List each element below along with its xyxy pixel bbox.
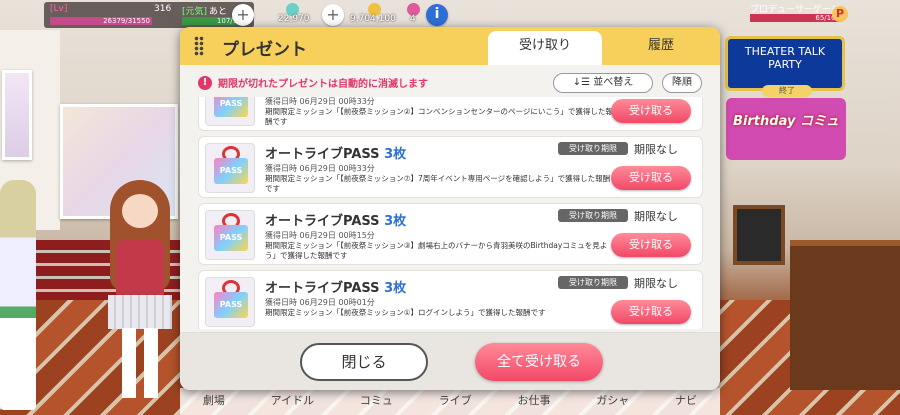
poster — [2, 70, 32, 160]
nav-commu[interactable]: コミュ — [360, 392, 393, 415]
banner-end-label: 終了 — [762, 85, 812, 97]
shop-shelf — [790, 240, 900, 390]
producer-gauge-bar: 65/100 — [750, 14, 842, 22]
close-button[interactable]: 閉じる — [300, 343, 428, 381]
add-stamina-button[interactable]: + — [232, 4, 254, 26]
dialog-footer: 閉じる 全て受け取る — [180, 332, 720, 390]
auto-live-pass-icon: PASS — [205, 143, 255, 193]
add-money-button[interactable]: + — [322, 4, 344, 26]
nav-navi[interactable]: ナビ — [675, 392, 697, 415]
idol-character-left — [0, 180, 36, 410]
item-name: オートライブPASS 3枚 — [265, 147, 407, 162]
top-status-bar: [Lv] 316 [元気] あと 03:20 26379/31550 107/1… — [0, 0, 900, 30]
receive-button[interactable]: 受け取る — [611, 233, 691, 257]
item-date: 獲得日時 06月29日 00時33分 — [265, 97, 375, 106]
auto-live-pass-icon: PASS — [205, 97, 255, 126]
nav-live[interactable]: ライブ — [439, 392, 472, 415]
dialog-header: プレゼント 受け取り 履歴 — [180, 27, 720, 65]
receive-all-button[interactable]: 全て受け取る — [475, 343, 603, 381]
deadline-value: 期限なし — [634, 143, 678, 156]
level-stamina-panel: [Lv] 316 [元気] あと 03:20 26379/31550 107/1… — [44, 2, 254, 28]
deadline-badge: 受け取り期限 — [558, 209, 628, 222]
dialog-title: プレゼント — [222, 40, 307, 60]
stamina-label: [元気] — [182, 7, 208, 17]
item-name: オートライブPASS 3枚 — [265, 214, 407, 229]
deadline-badge: 受け取り期限 — [558, 142, 628, 155]
order-button[interactable]: 降順 — [662, 73, 702, 93]
item-date: 獲得日時 06月29日 00時33分 — [265, 164, 375, 173]
warning-icon: ! — [198, 75, 212, 90]
theater-talk-party-banner[interactable]: THEATER TALK PARTY 終了 — [725, 36, 845, 97]
birthday-commu-banner[interactable]: Birthday コミュ — [726, 98, 846, 160]
item-date: 獲得日時 06月29日 00時01分 — [265, 298, 375, 307]
exp-bar: 26379/31550 — [50, 17, 152, 25]
grip-icon — [194, 36, 204, 56]
producer-p-icon[interactable]: P — [832, 6, 848, 22]
list-item: PASS オートライブPASS 3枚 受け取り期限 期限なし 獲得日時 06月2… — [198, 203, 703, 265]
present-dialog: プレゼント 受け取り 履歴 ! 期限が切れたプレゼントは自動的に消滅します ↓☰… — [180, 27, 720, 390]
money-value: 22,970 — [278, 14, 310, 24]
sort-icon: ↓☰ — [572, 77, 594, 88]
bottom-navigation: 劇場 アイドル コミュ ライブ お仕事 ガシャ ナビ — [180, 388, 720, 415]
item-description: 期間限定ミッション「【前夜祭ミッション②】コンベンションセンターのページにいこう… — [265, 107, 613, 126]
level-label: [Lv] — [50, 4, 68, 14]
present-list[interactable]: PASS 獲得日時 06月29日 00時33分 期間限定ミッション「【前夜祭ミッ… — [198, 97, 703, 329]
level-value: 316 — [154, 4, 172, 14]
tab-history[interactable]: 履歴 — [604, 31, 718, 65]
item-description: 期間限定ミッション「【前夜祭ミッション⑦】7周年イベント専用ページを確認しよう」… — [265, 174, 611, 193]
info-icon[interactable]: i — [426, 4, 448, 26]
deadline-value: 期限なし — [634, 210, 678, 223]
sort-button[interactable]: ↓☰ 並べ替え — [553, 73, 653, 93]
sort-label: 並べ替え — [593, 77, 634, 88]
receive-button[interactable]: 受け取る — [611, 99, 691, 123]
item-description: 期間限定ミッション「【前夜祭ミッション③】劇場右上のバナーから青羽美咲のBirt… — [265, 241, 608, 260]
list-item: PASS オートライブPASS 3枚 受け取り期限 期限なし 獲得日時 06月2… — [198, 136, 703, 198]
notice-text: 期限が切れたプレゼントは自動的に消滅します — [218, 79, 428, 90]
idol-character — [100, 180, 180, 410]
chalkboard — [733, 205, 785, 265]
coin-value: 9,704,100 — [350, 14, 396, 24]
list-item: PASS 獲得日時 06月29日 00時33分 期間限定ミッション「【前夜祭ミッ… — [198, 97, 703, 131]
nav-idol[interactable]: アイドル — [271, 392, 314, 415]
auto-live-pass-icon: PASS — [205, 277, 255, 327]
list-item: PASS オートライブPASS 3枚 受け取り期限 期限なし 獲得日時 06月2… — [198, 270, 703, 329]
expiry-notice: ! 期限が切れたプレゼントは自動的に消滅します — [198, 75, 428, 90]
deadline-badge: 受け取り期限 — [558, 276, 628, 289]
nav-theater[interactable]: 劇場 — [203, 392, 225, 415]
auto-live-pass-icon: PASS — [205, 210, 255, 260]
banner-text: THEATER TALK PARTY — [744, 45, 826, 71]
item-name: オートライブPASS 3枚 — [265, 281, 407, 296]
nav-work[interactable]: お仕事 — [517, 392, 550, 415]
nav-gacha[interactable]: ガシャ — [596, 392, 629, 415]
item-description: 期間限定ミッション「【前夜祭ミッション①】ログインしよう」で獲得した報酬です — [265, 308, 546, 317]
deadline-value: 期限なし — [634, 277, 678, 290]
receive-button[interactable]: 受け取る — [611, 166, 691, 190]
item-date: 獲得日時 06月29日 00時15分 — [265, 231, 375, 240]
tab-receive[interactable]: 受け取り — [488, 31, 602, 65]
receive-button[interactable]: 受け取る — [611, 300, 691, 324]
gem-value: 4 — [410, 14, 416, 24]
